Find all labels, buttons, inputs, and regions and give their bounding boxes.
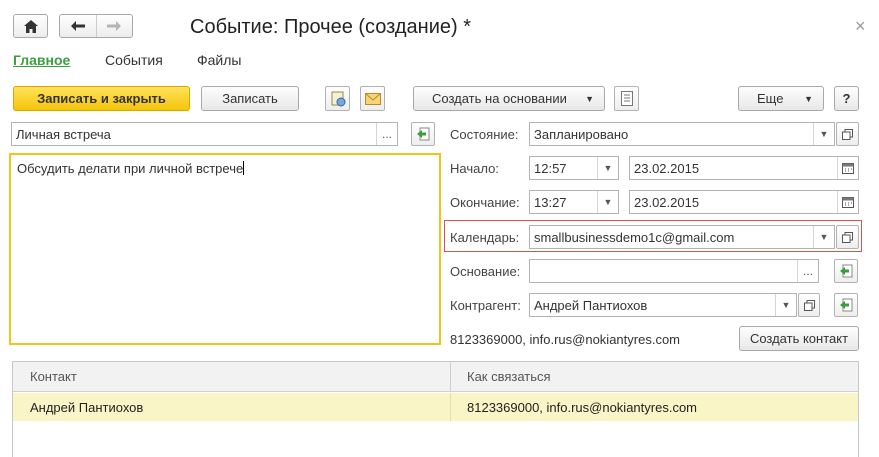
subject-value: Личная встреча	[16, 126, 111, 142]
calendar-label: Календарь:	[450, 230, 520, 245]
arrow-left-icon	[70, 21, 85, 31]
create-based-on-label: Создать на основании	[432, 91, 567, 106]
subject-select-button[interactable]: ...	[376, 123, 397, 145]
end-date-value: 23.02.2015	[634, 194, 700, 210]
contractor-open-button[interactable]	[798, 293, 820, 317]
contractor-label: Контрагент:	[450, 298, 521, 313]
close-icon[interactable]: ×	[855, 16, 866, 37]
state-label: Состояние:	[450, 127, 519, 142]
contractor-pick-button[interactable]	[834, 293, 858, 317]
open-window-icon	[803, 299, 815, 311]
save-and-close-button[interactable]: Записать и закрыть	[13, 86, 190, 111]
arrow-right-icon	[107, 21, 122, 31]
chevron-down-icon[interactable]: ▼	[597, 191, 618, 213]
column-divider	[450, 362, 451, 392]
row-how: 8123369000, info.rus@nokiantyres.com	[467, 400, 698, 415]
start-date-field[interactable]: 23.02.2015	[629, 156, 859, 180]
more-label: Еще	[757, 91, 784, 106]
start-time-field[interactable]: 12:57 ▼	[529, 156, 619, 180]
start-date-value: 23.02.2015	[634, 160, 700, 176]
column-divider	[450, 393, 451, 421]
dropdown-arrow-icon: ▼	[804, 93, 813, 104]
window-title: Событие: Прочее (создание) *	[190, 16, 472, 38]
contact-info-text: 8123369000, info.rus@nokiantyres.com	[450, 332, 681, 347]
save-button[interactable]: Записать	[201, 86, 299, 111]
envelope-icon	[364, 92, 381, 105]
description-text: Обсудить делати при личной встрече	[17, 161, 244, 176]
dropdown-arrow-icon: ▼	[585, 93, 594, 104]
report-button[interactable]	[614, 86, 639, 111]
table-header: Контакт Как связаться	[13, 362, 858, 392]
back-button[interactable]	[60, 15, 97, 37]
state-select[interactable]: Запланировано ▼	[529, 122, 835, 146]
subject-field[interactable]: Личная встреча ...	[11, 122, 398, 146]
chevron-down-icon[interactable]: ▼	[813, 226, 834, 248]
tab-files[interactable]: Файлы	[197, 52, 241, 68]
home-button[interactable]	[13, 14, 48, 38]
column-header-how[interactable]: Как связаться	[467, 369, 551, 384]
calendar-value: smallbusinessdemo1c@gmail.com	[534, 229, 735, 245]
contractor-value: Андрей Пантиохов	[534, 297, 648, 313]
forward-button[interactable]	[97, 15, 133, 37]
end-time-value: 13:27	[534, 194, 567, 210]
chevron-down-icon[interactable]: ▼	[597, 157, 618, 179]
contractor-select[interactable]: Андрей Пантиохов ▼	[529, 293, 797, 317]
end-label: Окончание:	[450, 195, 520, 210]
pick-green-arrow-icon	[417, 127, 430, 141]
state-value: Запланировано	[534, 126, 629, 142]
description-textarea[interactable]: Обсудить делати при личной встрече	[9, 153, 441, 345]
end-date-field[interactable]: 23.02.2015	[629, 190, 859, 214]
calendar-open-button[interactable]	[836, 225, 859, 249]
column-header-contact[interactable]: Контакт	[30, 369, 77, 384]
calendar-icon[interactable]	[837, 191, 858, 213]
help-button[interactable]: ?	[834, 86, 859, 111]
calendar-doc-icon	[331, 91, 345, 106]
start-label: Начало:	[450, 161, 499, 176]
state-open-button[interactable]	[836, 122, 859, 146]
basis-field[interactable]: ...	[529, 259, 819, 283]
row-contact: Андрей Пантиохов	[30, 400, 144, 415]
history-nav	[59, 14, 133, 38]
table-row[interactable]: Андрей Пантиохов 8123369000, info.rus@no…	[13, 393, 858, 421]
basis-label: Основание:	[450, 264, 521, 279]
tab-main[interactable]: Главное	[13, 52, 70, 68]
tab-events[interactable]: События	[105, 52, 163, 68]
home-icon	[23, 19, 38, 33]
pick-green-arrow-icon	[840, 298, 853, 312]
send-email-button[interactable]	[360, 86, 385, 111]
text-cursor	[243, 161, 245, 175]
chevron-down-icon[interactable]: ▼	[813, 123, 834, 145]
create-based-on-button[interactable]: Создать на основании ▼	[413, 86, 605, 111]
end-time-field[interactable]: 13:27 ▼	[529, 190, 619, 214]
chevron-down-icon[interactable]: ▼	[775, 294, 796, 316]
calendar-select[interactable]: smallbusinessdemo1c@gmail.com ▼	[529, 225, 835, 249]
more-button[interactable]: Еще ▼	[738, 86, 824, 111]
open-window-icon	[842, 128, 853, 140]
basis-select-button[interactable]: ...	[797, 260, 818, 282]
pick-green-arrow-icon	[840, 264, 853, 278]
start-time-value: 12:57	[534, 160, 567, 176]
contacts-table: Контакт Как связаться Андрей Пантиохов 8…	[12, 361, 859, 457]
open-window-icon	[842, 231, 853, 243]
document-icon	[620, 91, 633, 106]
create-contact-button[interactable]: Создать контакт	[739, 326, 859, 351]
basis-pick-button[interactable]	[834, 259, 858, 283]
subject-pick-button[interactable]	[411, 122, 435, 146]
calendar-icon[interactable]	[837, 157, 858, 179]
calendar-event-button[interactable]	[325, 86, 350, 111]
